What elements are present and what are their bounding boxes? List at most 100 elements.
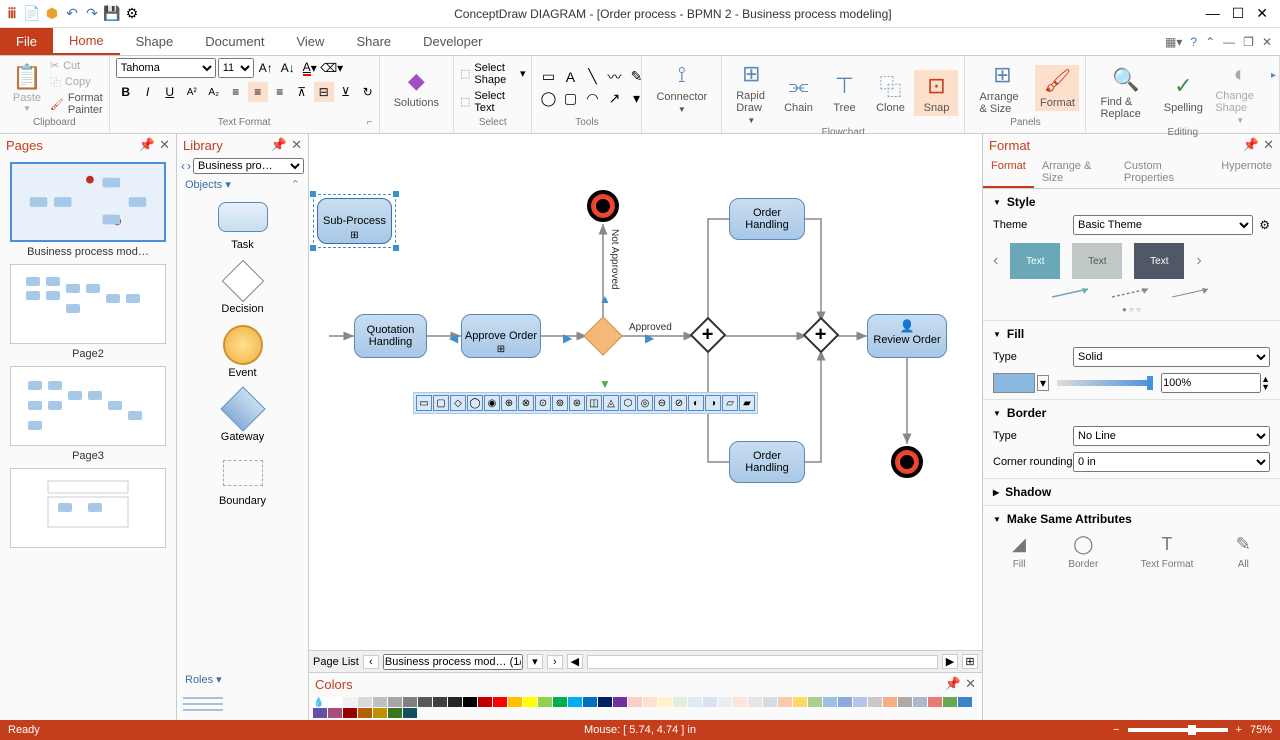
canvas[interactable]: Sub-Process ⊞ Quotation Handling Approve… <box>309 134 982 650</box>
color-swatch[interactable] <box>643 697 657 707</box>
color-swatch[interactable] <box>508 697 522 707</box>
text-tool-icon[interactable]: A <box>560 67 580 87</box>
page-thumb-2[interactable]: Page2 <box>10 264 166 360</box>
eyedropper-icon[interactable]: 💧 <box>313 697 327 707</box>
color-swatch[interactable] <box>538 697 552 707</box>
color-swatch[interactable] <box>493 697 507 707</box>
color-swatch[interactable] <box>313 708 327 718</box>
pin-icon[interactable]: 📌 <box>139 137 155 153</box>
color-swatch[interactable] <box>868 697 882 707</box>
color-swatch[interactable] <box>403 697 417 707</box>
color-swatch[interactable] <box>328 708 342 718</box>
theme-gear-icon[interactable]: ⚙ <box>1259 218 1270 232</box>
font-size-select[interactable]: 11 <box>218 58 254 78</box>
shape-terminate-top[interactable] <box>587 190 619 222</box>
roles-section[interactable]: Roles ▾ <box>177 671 308 688</box>
color-swatch[interactable] <box>748 697 762 707</box>
rotate-text-button[interactable]: ↻ <box>358 82 378 102</box>
color-swatch[interactable] <box>688 697 702 707</box>
rapid-draw-button[interactable]: ⊞Rapid Draw▼ <box>728 58 774 127</box>
theme-card-3[interactable]: Text <box>1134 243 1184 279</box>
page-thumb-1[interactable]: Business process mod… ▸ <box>10 162 166 258</box>
color-swatch[interactable] <box>568 697 582 707</box>
increase-font-icon[interactable]: A↑ <box>256 58 276 78</box>
color-swatch[interactable] <box>598 697 612 707</box>
shape-sub-process[interactable]: Sub-Process ⊞ <box>317 198 392 244</box>
same-text-button[interactable]: TText Format <box>1141 534 1194 570</box>
arrange-size-button[interactable]: ⊞Arrange & Size <box>971 59 1033 117</box>
change-shape-button[interactable]: ◐Change Shape▼ <box>1207 58 1273 127</box>
theme-card-2[interactable]: Text <box>1072 243 1122 279</box>
color-swatch[interactable] <box>658 697 672 707</box>
shape-quick-palette[interactable]: ▭ ▢ ◇ ◯ ◉ ⊕ ⊗ ⊙ ⊚ ⊛ ◫ ◬ ⬡ ◎ ⊖ ⊘ ◐ ◑ ▱ ▰ <box>413 392 758 414</box>
theme-card-1[interactable]: Text <box>1010 243 1060 279</box>
clear-format-icon[interactable]: ⌫▾ <box>322 58 342 78</box>
tab-shape[interactable]: Shape <box>120 28 190 55</box>
grid-icon[interactable]: ▦▾ <box>1165 35 1182 49</box>
arc-tool-icon[interactable]: ◠ <box>582 89 602 109</box>
child-maximize-icon[interactable]: ❐ <box>1243 35 1254 49</box>
redo-icon[interactable]: ↷ <box>84 6 100 22</box>
theme-prev-icon[interactable]: ‹ <box>993 252 998 270</box>
color-swatch[interactable] <box>523 697 537 707</box>
pin-icon[interactable]: 📌 <box>1243 137 1259 153</box>
child-close-icon[interactable]: ✕ <box>1262 35 1272 49</box>
color-swatch[interactable] <box>388 697 402 707</box>
tab-home[interactable]: Home <box>53 28 120 55</box>
tree-button[interactable]: ⊤Tree <box>822 70 866 116</box>
same-attr-header[interactable]: Make Same Attributes <box>993 512 1270 526</box>
subscript-button[interactable]: A₂ <box>204 82 224 102</box>
shape-approve[interactable]: Approve Order⊞ <box>461 314 541 358</box>
zoom-out-button[interactable]: − <box>1113 724 1119 736</box>
shape-review[interactable]: 👤Review Order <box>867 314 947 358</box>
underline-button[interactable]: U <box>160 82 180 102</box>
bold-button[interactable]: B <box>116 82 136 102</box>
close-icon[interactable]: ✕ <box>1263 137 1274 153</box>
page-thumb-3[interactable]: Page3 <box>10 366 166 462</box>
color-swatch[interactable] <box>853 697 867 707</box>
lib-item-event[interactable]: Event <box>177 321 308 385</box>
find-replace-button[interactable]: 🔍Find & Replace <box>1092 64 1159 122</box>
color-swatch[interactable] <box>898 697 912 707</box>
color-swatch[interactable] <box>418 697 432 707</box>
fill-color-dropdown[interactable]: ▾ <box>1037 375 1049 391</box>
color-swatch[interactable] <box>343 697 357 707</box>
italic-button[interactable]: I <box>138 82 158 102</box>
clone-button[interactable]: ⿻Clone <box>868 70 912 116</box>
select-shape-button[interactable]: ⬚Select Shape ▾ <box>460 62 526 86</box>
tab-view[interactable]: View <box>280 28 340 55</box>
opacity-slider[interactable] <box>1057 380 1153 386</box>
callout-tool-icon[interactable]: ▢ <box>560 89 580 109</box>
ellipse-tool-icon[interactable]: ◯ <box>538 89 558 109</box>
pin-icon[interactable]: 📌 <box>271 137 287 153</box>
color-swatch[interactable] <box>838 697 852 707</box>
color-swatch[interactable] <box>358 708 372 718</box>
color-swatch[interactable] <box>943 697 957 707</box>
color-swatch[interactable] <box>913 697 927 707</box>
lib-item-gateway[interactable]: Gateway <box>177 385 308 449</box>
save-icon[interactable]: 💾 <box>104 6 120 22</box>
color-swatch[interactable] <box>763 697 777 707</box>
color-swatch[interactable] <box>958 697 972 707</box>
superscript-button[interactable]: A² <box>182 82 202 102</box>
format-button[interactable]: 🖌Format <box>1035 65 1079 111</box>
lib-back-icon[interactable]: ‹ <box>181 159 185 173</box>
close-button[interactable]: ✕ <box>1256 5 1268 22</box>
color-swatch[interactable] <box>403 708 417 718</box>
same-fill-button[interactable]: ◢Fill <box>1012 534 1026 570</box>
color-swatch[interactable] <box>613 697 627 707</box>
chain-button[interactable]: ⫘Chain <box>776 70 820 116</box>
color-swatch[interactable] <box>373 697 387 707</box>
same-border-button[interactable]: ◯Border <box>1068 534 1098 570</box>
shape-gateway-3[interactable] <box>803 317 840 354</box>
align-center-button[interactable]: ≡ <box>248 82 268 102</box>
pin-icon[interactable]: 📌 <box>945 676 961 692</box>
tab-share[interactable]: Share <box>340 28 407 55</box>
color-swatch[interactable] <box>778 697 792 707</box>
spelling-button[interactable]: ✓Spelling <box>1161 70 1205 116</box>
shape-quotation[interactable]: Quotation Handling <box>354 314 427 358</box>
format-tab-format[interactable]: Format <box>983 156 1034 188</box>
page-grid-icon[interactable]: ⊞ <box>962 654 978 669</box>
settings-icon[interactable]: ⚙ <box>124 6 140 22</box>
zoom-slider[interactable] <box>1128 728 1228 732</box>
